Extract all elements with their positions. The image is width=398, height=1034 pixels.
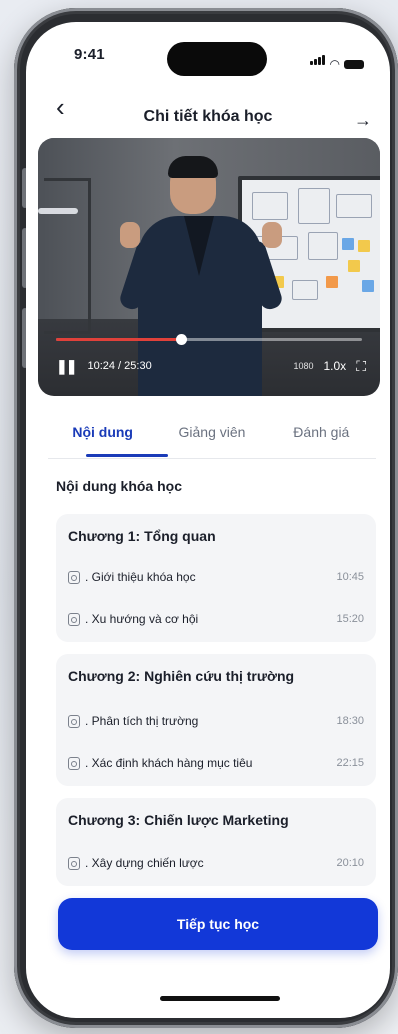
lesson-item[interactable]: . Xu hướng và cơ hội 15:20 [68, 608, 364, 630]
lesson-duration: 15:20 [336, 613, 364, 625]
lesson-duration: 22:15 [336, 757, 364, 769]
video-player[interactable]: ❚❚ 10:24 / 25:30 1080 1.0x ⛶ [38, 138, 380, 396]
lesson-item[interactable]: . Xác định khách hàng mục tiêu 22:15 [68, 752, 364, 774]
video-progress-bar[interactable] [56, 334, 362, 345]
lesson-item[interactable]: . Xây dựng chiến lược 20:10 [68, 852, 364, 874]
video-progress-fill [56, 338, 182, 341]
video-controls: ❚❚ 10:24 / 25:30 1080 1.0x ⛶ [56, 354, 366, 378]
status-icons: ◠ [309, 52, 364, 71]
chapter-card: Chương 1: Tổng quan . Giới thiệu khóa họ… [56, 514, 376, 642]
status-bar: 9:41 ◠ [26, 22, 390, 82]
tab-instructor[interactable]: Giảng viên [157, 416, 266, 456]
lesson-duration: 10:45 [336, 571, 364, 583]
home-indicator[interactable] [160, 996, 280, 1001]
lesson-title: . Xác định khách hàng mục tiêu [85, 756, 253, 770]
dynamic-island [167, 42, 267, 76]
video-shelf [44, 178, 91, 334]
wifi-icon: ◠ [329, 57, 340, 71]
lesson-icon [68, 756, 80, 770]
signal-icon [309, 52, 326, 70]
fullscreen-icon[interactable]: ⛶ [356, 358, 366, 375]
pause-icon[interactable]: ❚❚ [56, 358, 78, 375]
lesson-item[interactable]: . Giới thiệu khóa học 10:45 [68, 566, 364, 588]
tab-divider [48, 458, 376, 459]
continue-learning-button[interactable]: Tiếp tục học [58, 898, 378, 950]
lesson-duration: 18:30 [336, 715, 364, 727]
chapter-card: Chương 2: Nghiên cứu thị trường . Phân t… [56, 654, 376, 786]
lesson-icon [68, 714, 80, 728]
lesson-title: . Xu hướng và cơ hội [85, 612, 199, 626]
lesson-icon [68, 856, 80, 870]
chapter-card: Chương 3: Chiến lược Marketing . Xây dựn… [56, 798, 376, 886]
section-title: Nội dung khóa học [56, 478, 182, 494]
tab-content[interactable]: Nội dung [48, 416, 157, 456]
lesson-icon [68, 612, 80, 626]
arrow-right-icon[interactable]: → [354, 110, 372, 131]
chapter-title: Chương 1: Tổng quan [68, 528, 216, 544]
chapter-title: Chương 2: Nghiên cứu thị trường [68, 668, 295, 684]
lesson-title: . Xây dựng chiến lược [85, 856, 204, 870]
page-title: Chi tiết khóa học [143, 108, 273, 125]
playback-speed[interactable]: 1.0x [324, 359, 347, 373]
video-lamp [38, 208, 78, 214]
status-time: 9:41 [74, 46, 105, 63]
lesson-item[interactable]: . Phân tích thị trường 18:30 [68, 710, 364, 732]
quality-badge[interactable]: 1080 [293, 361, 313, 371]
video-time: 10:24 / 25:30 [87, 360, 152, 372]
active-tab-indicator [86, 454, 168, 457]
lesson-title: . Phân tích thị trường [85, 714, 199, 728]
tab-bar: Nội dung Giảng viên Đánh giá [48, 416, 376, 457]
app-screen: 9:41 ◠ ‹ Chi tiết khóa học → ❚❚ 10:24 / … [26, 22, 390, 1018]
lesson-icon [68, 570, 80, 584]
lesson-duration: 20:10 [336, 857, 364, 869]
tab-reviews[interactable]: Đánh giá [267, 416, 376, 456]
lesson-title: . Giới thiệu khóa học [85, 570, 196, 584]
chapter-title: Chương 3: Chiến lược Marketing [68, 812, 289, 828]
nav-bar: ‹ Chi tiết khóa học → [26, 86, 390, 136]
battery-icon [344, 60, 364, 69]
